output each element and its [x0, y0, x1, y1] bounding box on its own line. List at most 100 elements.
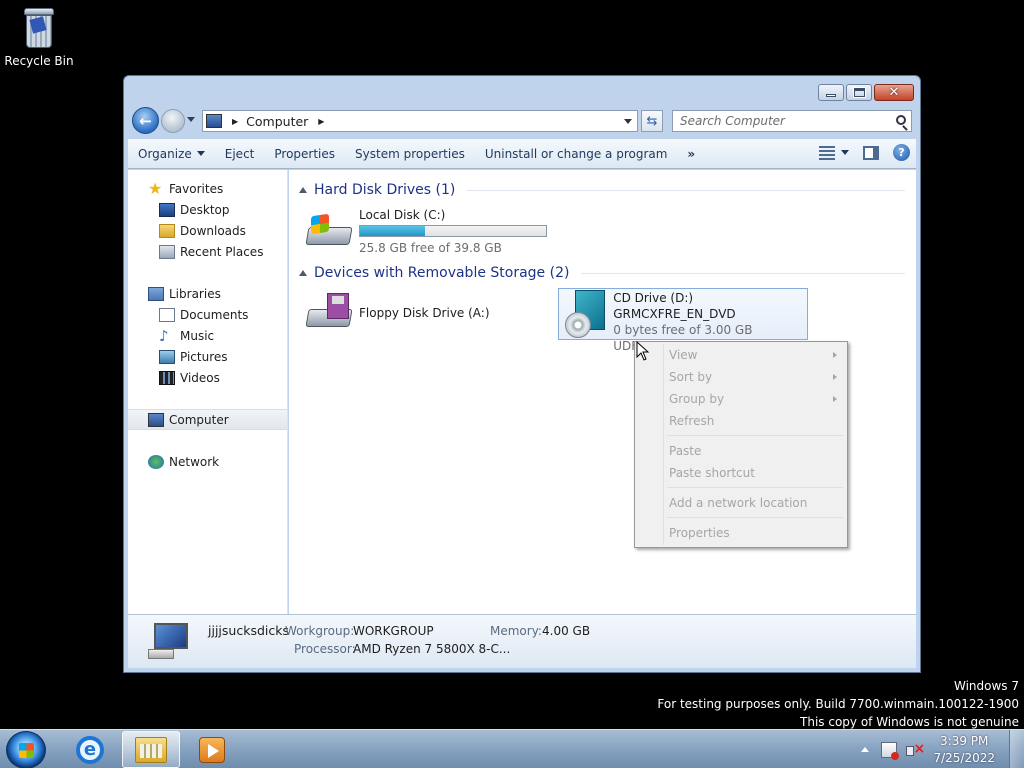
downloads-folder-icon [159, 223, 175, 238]
back-button[interactable]: ← [132, 107, 159, 134]
breadcrumb-computer[interactable]: Computer [246, 114, 308, 129]
change-view-icon[interactable] [819, 145, 835, 160]
watermark-line-1: Windows 7 [953, 679, 1019, 693]
nav-item-pictures[interactable]: Pictures [128, 346, 287, 367]
properties-button[interactable]: Properties [264, 139, 345, 169]
cd-drive-icon [563, 290, 607, 338]
workgroup-value: WORKGROUP [353, 624, 434, 638]
show-desktop-button[interactable] [1009, 730, 1024, 768]
caption-buttons: ✕ [818, 84, 914, 101]
volume-muted-icon[interactable] [905, 741, 925, 758]
menu-item-group-by[interactable]: Group by [669, 388, 841, 410]
drive-name-floppy: Floppy Disk Drive (A:) [359, 306, 490, 320]
nav-label-desktop: Desktop [180, 202, 230, 217]
minimize-button[interactable] [818, 84, 844, 101]
nav-label-music: Music [180, 328, 215, 343]
refresh-button[interactable]: ⇆ [641, 110, 663, 132]
recycle-bin-desktop-icon[interactable]: Recycle Bin [4, 6, 74, 68]
memory-value: 4.00 GB [542, 624, 591, 638]
documents-icon [159, 307, 175, 322]
computer-icon [206, 114, 222, 128]
search-box[interactable] [672, 110, 912, 132]
processor-value: AMD Ryzen 7 5800X 8-C... [353, 642, 511, 656]
action-center-icon[interactable] [881, 741, 900, 760]
breadcrumb-arrow-icon[interactable]: ▶ [232, 117, 238, 126]
forward-button[interactable] [161, 109, 185, 133]
preview-pane-icon[interactable] [863, 145, 879, 160]
clock-time: 3:39 PM [940, 733, 989, 748]
memory-label: Memory: [490, 624, 542, 638]
nav-label-favorites: Favorites [169, 181, 224, 196]
nav-label-libraries: Libraries [169, 286, 221, 301]
menu-item-add-network-location[interactable]: Add a network location [669, 492, 841, 514]
close-button[interactable]: ✕ [874, 84, 914, 101]
nav-item-desktop[interactable]: Desktop [128, 199, 287, 220]
properties-label: Properties [274, 146, 336, 161]
music-note-icon: ♪ [159, 326, 169, 345]
drive-local-disk-c[interactable]: Local Disk (C:) 25.8 GB free of 39.8 GB [305, 207, 547, 256]
collapse-triangle-icon[interactable] [299, 187, 307, 193]
recent-pages-dropdown[interactable] [187, 117, 195, 122]
submenu-arrow-icon [833, 352, 837, 358]
more-commands-button[interactable]: » [677, 147, 705, 161]
menu-item-paste-shortcut[interactable]: Paste shortcut [669, 462, 841, 484]
menu-item-view[interactable]: View [669, 344, 841, 366]
nav-label-recent-places: Recent Places [180, 244, 264, 259]
context-menu: View Sort by Group by Refresh Paste Past… [634, 341, 848, 548]
nav-item-computer[interactable]: Computer [128, 409, 287, 430]
view-controls: ? [819, 144, 910, 161]
nav-item-favorites[interactable]: ★ Favorites [128, 178, 287, 199]
eject-button[interactable]: Eject [215, 139, 265, 169]
group-header-hard-disk-drives[interactable]: Hard Disk Drives (1) [299, 180, 905, 200]
nav-item-documents[interactable]: Documents [128, 304, 287, 325]
search-input[interactable] [680, 114, 885, 128]
nav-item-recent-places[interactable]: Recent Places [128, 241, 287, 262]
address-dropdown-icon[interactable] [624, 119, 632, 124]
nav-label-computer: Computer [169, 412, 229, 427]
system-properties-label: System properties [355, 146, 465, 161]
disk-usage-bar [359, 225, 547, 237]
system-properties-button[interactable]: System properties [345, 139, 475, 169]
minimize-icon [826, 94, 836, 97]
nav-item-network[interactable]: Network [128, 451, 287, 472]
taskbar-windows-explorer[interactable] [122, 731, 180, 768]
submenu-arrow-icon [833, 374, 837, 380]
clock[interactable]: 3:39 PM 7/25/2022 [933, 733, 995, 767]
menu-item-paste[interactable]: Paste [669, 440, 841, 462]
taskbar-media-player[interactable] [183, 731, 241, 768]
group-title-hard-disk-drives: Hard Disk Drives (1) [314, 182, 456, 198]
breadcrumb-arrow-icon[interactable]: ▶ [318, 117, 324, 126]
nav-item-videos[interactable]: Videos [128, 367, 287, 388]
menu-item-properties[interactable]: Properties [669, 522, 841, 544]
menu-item-refresh[interactable]: Refresh [669, 410, 841, 432]
menu-label-properties: Properties [669, 526, 730, 540]
view-options-dropdown-icon[interactable] [841, 150, 849, 155]
organize-button[interactable]: Organize [128, 139, 215, 169]
recycle-bin-icon [21, 6, 57, 50]
libraries-icon [148, 286, 164, 301]
show-hidden-icons-icon[interactable] [861, 747, 870, 752]
nav-item-libraries[interactable]: Libraries [128, 283, 287, 304]
nav-label-videos: Videos [180, 370, 220, 385]
address-bar[interactable]: ▶ Computer ▶ [202, 110, 638, 132]
drive-name-local-disk: Local Disk (C:) [359, 208, 446, 222]
uninstall-program-button[interactable]: Uninstall or change a program [475, 139, 678, 169]
taskbar-internet-explorer[interactable]: e [61, 731, 119, 768]
title-bar[interactable]: ✕ [124, 76, 920, 104]
drive-cd-d[interactable]: CD Drive (D:) GRMCXFRE_EN_DVD 0 bytes fr… [558, 288, 808, 353]
submenu-arrow-icon [833, 396, 837, 402]
taskbar: e 3:39 PM 7/25/2022 [0, 729, 1024, 768]
group-header-removable-storage[interactable]: Devices with Removable Storage (2) [299, 263, 905, 283]
nav-item-music[interactable]: ♪ Music [128, 325, 287, 346]
search-icon[interactable] [896, 115, 906, 125]
collapse-triangle-icon[interactable] [299, 270, 307, 276]
nav-item-downloads[interactable]: Downloads [128, 220, 287, 241]
drive-floppy-a[interactable]: Floppy Disk Drive (A:) [305, 290, 490, 336]
help-icon[interactable]: ? [893, 144, 910, 161]
drive-free-space-local-disk: 25.8 GB free of 39.8 GB [359, 241, 502, 255]
menu-item-sort-by[interactable]: Sort by [669, 366, 841, 388]
maximize-button[interactable] [846, 84, 872, 101]
start-button[interactable] [6, 731, 46, 768]
disk-usage-fill [360, 226, 426, 236]
system-tray: 3:39 PM 7/25/2022 [861, 730, 1024, 768]
